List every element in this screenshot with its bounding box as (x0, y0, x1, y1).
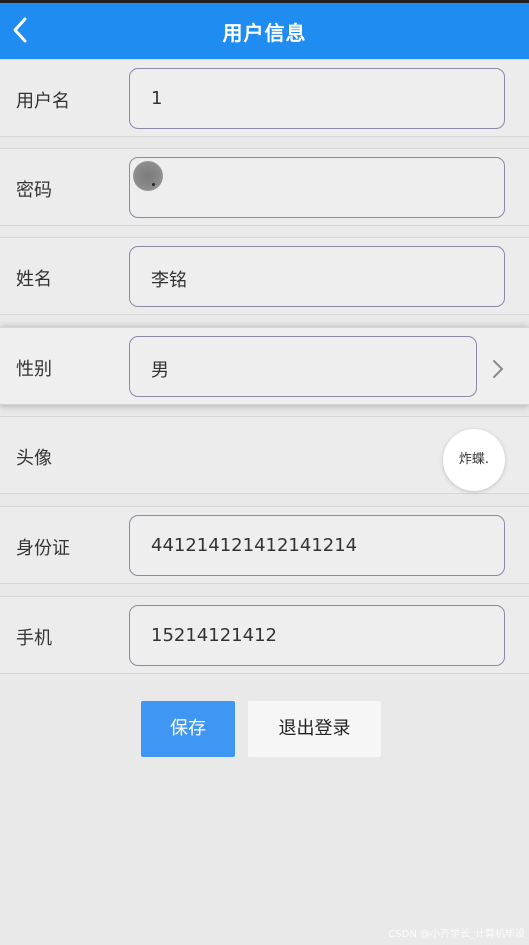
avatar-label: 头像 (16, 448, 52, 469)
chevron-right-icon (493, 360, 503, 378)
gender-select[interactable]: 男 (129, 336, 477, 397)
page-title: 用户信息 (222, 21, 307, 45)
row-avatar: 头像 炸蝶. (0, 416, 529, 494)
row-password: 密码 (0, 148, 529, 226)
header-bar: 用户信息 (0, 3, 529, 59)
phone-field[interactable]: 15214121412 (129, 605, 505, 666)
user-info-page: 用户信息 用户名 1 密码 姓名 李铭 性别 男 头像 炸蝶. 身份证 4412… (0, 0, 529, 945)
password-field[interactable] (129, 157, 505, 218)
touch-indicator-icon (133, 161, 163, 191)
id-card-field[interactable]: 441214121412141214 (129, 515, 505, 576)
gender-label: 性别 (16, 359, 52, 380)
id-card-label: 身份证 (16, 538, 70, 559)
gender-more-button[interactable] (490, 358, 506, 380)
avatar[interactable]: 炸蝶. (443, 429, 505, 491)
row-id-card: 身份证 441214121412141214 (0, 506, 529, 584)
name-field[interactable]: 李铭 (129, 246, 505, 307)
name-label: 姓名 (16, 269, 52, 290)
username-field[interactable]: 1 (129, 68, 505, 129)
row-username: 用户名 1 (0, 59, 529, 137)
phone-label: 手机 (16, 628, 52, 649)
username-label: 用户名 (16, 91, 70, 112)
watermark: CSDN @小齐学长_计算机毕设 (388, 929, 525, 940)
row-gender[interactable]: 性别 男 (0, 327, 529, 405)
row-phone: 手机 15214121412 (0, 596, 529, 674)
logout-button[interactable]: 退出登录 (248, 701, 381, 757)
password-label: 密码 (16, 180, 52, 201)
row-name: 姓名 李铭 (0, 237, 529, 315)
save-button[interactable]: 保存 (141, 701, 235, 757)
